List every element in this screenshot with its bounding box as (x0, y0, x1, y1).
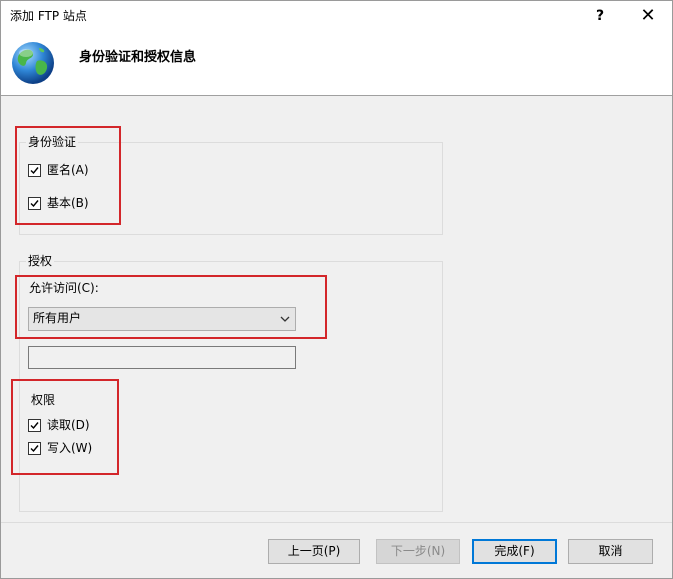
authentication-groupbox (19, 142, 443, 235)
title-bar: 添加 FTP 站点 ? ✕ (1, 1, 672, 31)
chevron-down-icon (280, 316, 290, 322)
read-checkbox[interactable] (28, 419, 41, 432)
help-button[interactable]: ? (577, 1, 623, 31)
write-checkbox[interactable] (28, 442, 41, 455)
next-button[interactable]: 下一步(N) (376, 539, 460, 564)
header-panel: 身份验证和授权信息 (1, 31, 672, 96)
user-input-field[interactable] (28, 346, 296, 369)
authentication-legend: 身份验证 (26, 134, 79, 150)
basic-checkbox[interactable] (28, 197, 41, 210)
cancel-button[interactable]: 取消 (568, 539, 653, 564)
previous-button[interactable]: 上一页(P) (268, 539, 360, 564)
globe-icon (12, 42, 54, 84)
permissions-label: 权限 (31, 393, 56, 407)
close-button[interactable]: ✕ (625, 1, 671, 31)
anonymous-checkbox[interactable] (28, 164, 41, 177)
finish-button[interactable]: 完成(F) (472, 539, 557, 564)
authorization-legend: 授权 (26, 253, 55, 269)
anonymous-label: 匿名(A) (47, 163, 89, 177)
authorization-groupbox (19, 261, 443, 512)
checkmark-icon (30, 445, 39, 453)
read-label: 读取(D) (47, 418, 90, 432)
footer-divider (1, 522, 672, 523)
basic-label: 基本(B) (47, 196, 89, 210)
write-label: 写入(W) (47, 441, 93, 455)
checkmark-icon (30, 200, 39, 208)
window-title: 添加 FTP 站点 (10, 9, 87, 23)
checkmark-icon (30, 422, 39, 430)
add-ftp-site-dialog: 添加 FTP 站点 ? ✕ 身份验证和授权信息 身份验证 匿名(A) 基本(B)… (0, 0, 673, 579)
page-title: 身份验证和授权信息 (79, 50, 197, 65)
allow-access-selected-value: 所有用户 (33, 311, 82, 325)
allow-access-label: 允许访问(C): (29, 281, 99, 295)
checkmark-icon (30, 167, 39, 175)
allow-access-dropdown[interactable]: 所有用户 (28, 307, 296, 331)
